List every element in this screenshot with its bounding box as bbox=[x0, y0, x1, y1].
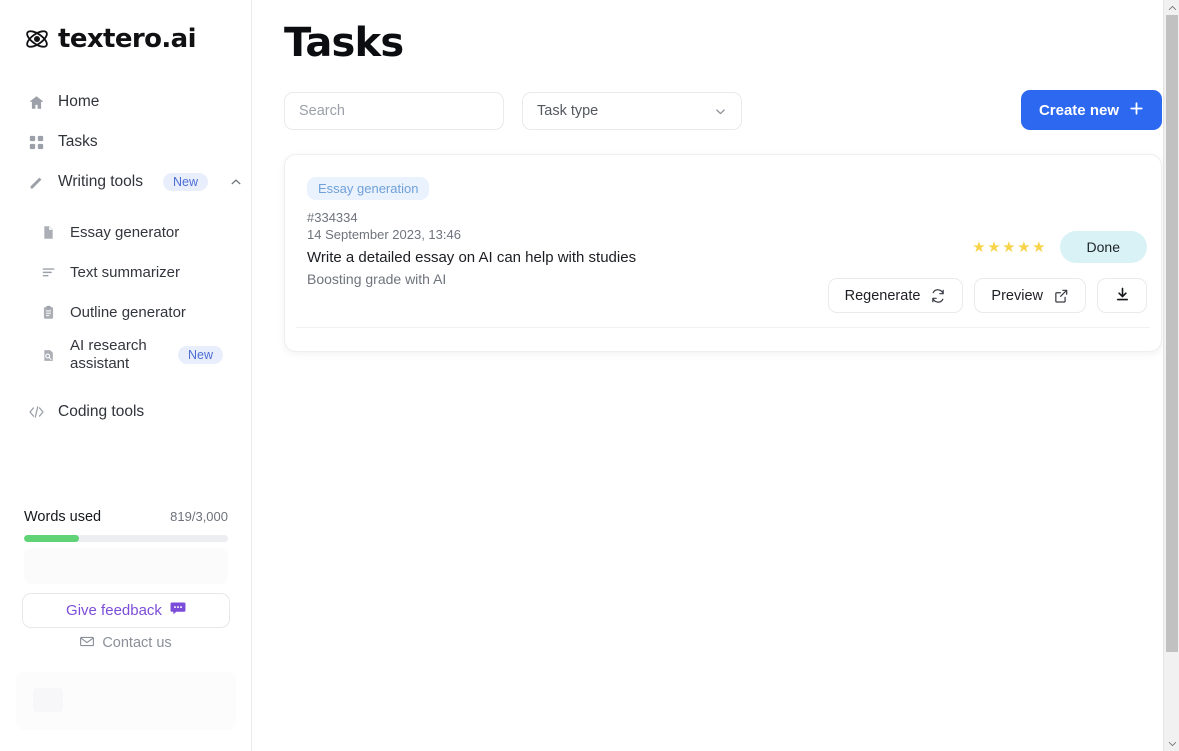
star-icon[interactable]: ★ bbox=[987, 240, 1000, 255]
sidebar-item-coding-tools-label: Coding tools bbox=[58, 403, 144, 421]
tasks-toolbar: Task type Create new bbox=[284, 92, 1163, 130]
chat-bubble-icon bbox=[170, 601, 186, 620]
give-feedback-button[interactable]: Give feedback bbox=[22, 593, 230, 628]
preview-button[interactable]: Preview bbox=[974, 278, 1086, 313]
star-icon[interactable]: ★ bbox=[972, 240, 985, 255]
sidebar-item-tasks-label: Tasks bbox=[58, 133, 98, 151]
sidebar-group-writing-tools-label: Writing tools bbox=[58, 173, 143, 191]
scrollbar-thumb[interactable] bbox=[1166, 15, 1178, 652]
writing-tools-submenu: Essay generator Text summarizer bbox=[0, 212, 251, 378]
pencil-icon bbox=[26, 172, 46, 192]
sidebar-item-home[interactable]: Home bbox=[0, 82, 251, 122]
sidebar: textero.ai Home Tasks bbox=[0, 0, 252, 751]
words-used-label: Words used bbox=[24, 509, 101, 525]
page-title: Tasks bbox=[284, 20, 1163, 66]
chevron-up-icon[interactable] bbox=[230, 176, 242, 188]
chevron-down-icon bbox=[714, 105, 727, 118]
star-icon[interactable]: ★ bbox=[1002, 240, 1015, 255]
caret-down-icon[interactable] bbox=[1164, 736, 1179, 751]
preview-label: Preview bbox=[991, 288, 1043, 304]
regenerate-button[interactable]: Regenerate bbox=[828, 278, 964, 313]
sidebar-bottom-placeholder bbox=[16, 672, 236, 730]
brand-logo[interactable]: textero.ai bbox=[0, 0, 251, 52]
sidebar-item-outline-generator-label: Outline generator bbox=[70, 304, 186, 321]
plus-icon bbox=[1129, 101, 1144, 120]
envelope-icon bbox=[80, 635, 94, 651]
ai-research-line-2: assistant bbox=[70, 355, 147, 373]
research-icon bbox=[38, 345, 58, 365]
sidebar-item-text-summarizer[interactable]: Text summarizer bbox=[0, 252, 251, 292]
sidebar-item-ai-research-assistant-label: AI research assistant bbox=[70, 337, 147, 372]
sidebar-placeholder-block bbox=[24, 548, 228, 584]
sidebar-item-essay-generator-label: Essay generator bbox=[70, 224, 179, 241]
task-card-actions: Regenerate Preview bbox=[828, 278, 1147, 313]
main-content: Tasks Task type Create new Essay generat… bbox=[252, 0, 1179, 751]
words-used-progress-track bbox=[24, 535, 228, 542]
words-used-count: 819/3,000 bbox=[170, 509, 228, 524]
page-scrollbar[interactable] bbox=[1163, 0, 1179, 751]
code-icon bbox=[26, 402, 46, 422]
sidebar-item-tasks[interactable]: Tasks bbox=[0, 122, 251, 162]
create-new-label: Create new bbox=[1039, 102, 1119, 119]
task-type-badge: Essay generation bbox=[307, 177, 429, 200]
search-input[interactable] bbox=[284, 92, 504, 130]
star-icon[interactable]: ★ bbox=[1017, 240, 1030, 255]
task-type-select-label: Task type bbox=[537, 103, 598, 119]
sidebar-item-essay-generator[interactable]: Essay generator bbox=[0, 212, 251, 252]
grid-icon bbox=[26, 132, 46, 152]
task-status-area: ★★★★★ Done bbox=[972, 231, 1147, 263]
rating-stars[interactable]: ★★★★★ bbox=[972, 240, 1045, 255]
star-icon[interactable]: ★ bbox=[1032, 240, 1045, 255]
lines-icon bbox=[38, 262, 58, 282]
words-used-progress-fill bbox=[24, 535, 79, 542]
sidebar-item-coding-tools[interactable]: Coding tools bbox=[0, 392, 251, 432]
brand-name: textero.ai bbox=[58, 26, 196, 52]
sidebar-nav: Home Tasks Writing tools bbox=[0, 82, 251, 432]
sidebar-item-home-label: Home bbox=[58, 93, 99, 111]
contact-us-label: Contact us bbox=[102, 635, 171, 651]
sidebar-group-writing-tools[interactable]: Writing tools New bbox=[0, 162, 251, 202]
give-feedback-label: Give feedback bbox=[66, 602, 162, 619]
writing-tools-new-badge: New bbox=[163, 173, 208, 192]
download-icon bbox=[1114, 286, 1131, 306]
clipboard-icon bbox=[38, 302, 58, 322]
contact-us-link[interactable]: Contact us bbox=[0, 635, 252, 651]
caret-up-icon[interactable] bbox=[1164, 0, 1179, 15]
home-icon bbox=[26, 92, 46, 112]
task-id: #334334 bbox=[307, 210, 1139, 227]
atom-icon bbox=[24, 26, 50, 52]
download-button[interactable] bbox=[1097, 278, 1147, 313]
task-type-select[interactable]: Task type bbox=[522, 92, 742, 130]
create-new-button[interactable]: Create new bbox=[1021, 90, 1162, 130]
regenerate-label: Regenerate bbox=[845, 288, 921, 304]
refresh-icon bbox=[930, 288, 946, 304]
words-used-widget: Words used 819/3,000 bbox=[24, 509, 228, 542]
app-root: textero.ai Home Tasks bbox=[0, 0, 1179, 751]
card-divider bbox=[296, 327, 1150, 328]
task-card[interactable]: Essay generation #334334 14 September 20… bbox=[284, 154, 1162, 352]
document-icon bbox=[38, 222, 58, 242]
external-link-icon bbox=[1053, 288, 1069, 304]
sidebar-item-outline-generator[interactable]: Outline generator bbox=[0, 292, 251, 332]
ai-research-new-badge: New bbox=[178, 346, 223, 365]
ai-research-line-1: AI research bbox=[70, 337, 147, 355]
sidebar-item-text-summarizer-label: Text summarizer bbox=[70, 264, 180, 281]
sidebar-item-ai-research-assistant[interactable]: AI research assistant New bbox=[0, 332, 251, 378]
status-badge: Done bbox=[1060, 231, 1147, 263]
